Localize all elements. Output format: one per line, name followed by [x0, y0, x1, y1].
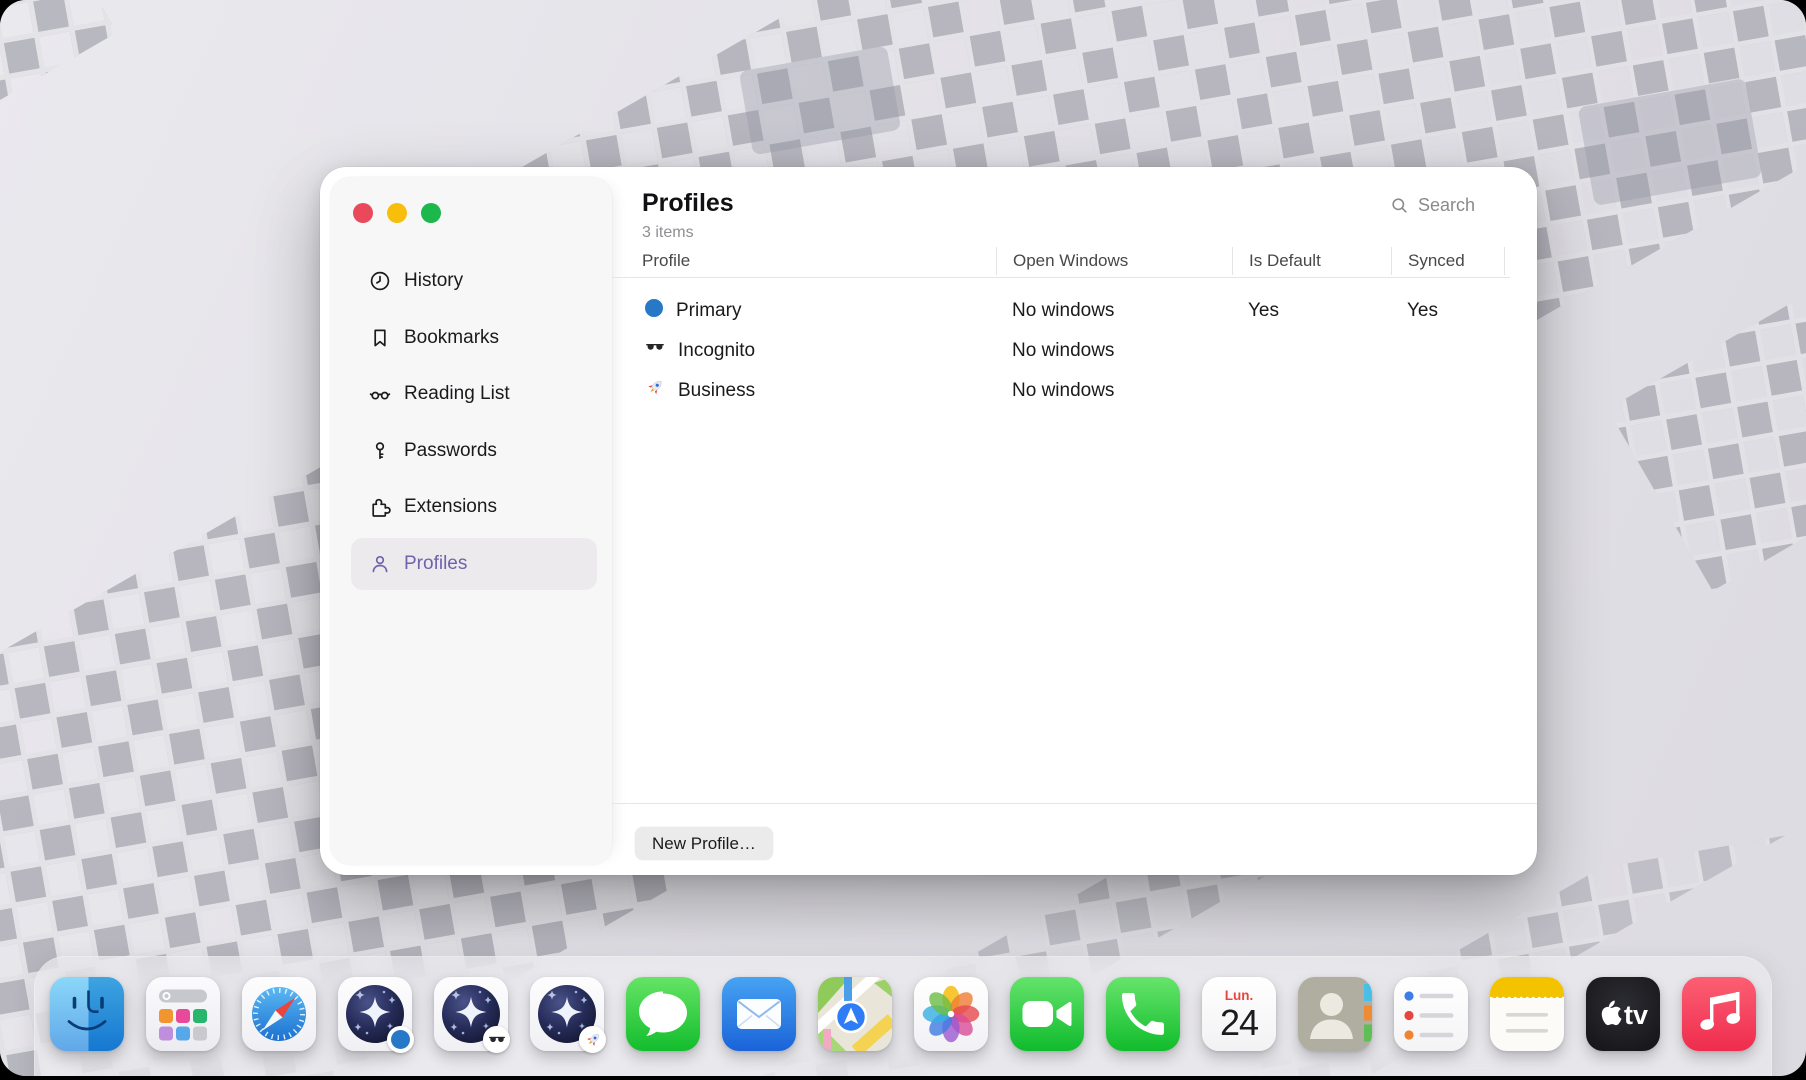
dock-item-safari-profile-incognito[interactable] [434, 977, 508, 1051]
finder-icon [50, 977, 124, 1051]
dock-item-notes[interactable] [1490, 977, 1564, 1051]
dock-item-launchpad[interactable] [146, 977, 220, 1051]
dock-item-tv[interactable]: tv [1586, 977, 1660, 1051]
tv-label: tv [1624, 1000, 1648, 1030]
contacts-icon [1298, 977, 1372, 1051]
dock-item-messages[interactable] [626, 977, 700, 1051]
puzzle-icon [368, 495, 392, 519]
profiles-table: Primary No windows Yes Yes Incognito No … [642, 291, 1505, 411]
profile-name: Primary [676, 300, 741, 322]
sidebar-nav: History Bookmarks Reading List Passwords… [351, 255, 597, 594]
column-header-open-windows[interactable]: Open Windows [996, 247, 1232, 275]
sunglasses-badge [483, 1026, 510, 1053]
clock-icon [368, 269, 392, 293]
search-placeholder: Search [1418, 195, 1475, 216]
zoom-button[interactable] [421, 203, 441, 223]
minimize-button[interactable] [387, 203, 407, 223]
sidebar-item-bookmarks[interactable]: Bookmarks [351, 312, 597, 364]
photos-icon [914, 977, 988, 1051]
mail-icon [722, 977, 796, 1051]
phone-icon [1106, 977, 1180, 1051]
rocket-icon [645, 378, 665, 405]
dock-item-safari-profile-business[interactable] [530, 977, 604, 1051]
new-profile-button[interactable]: New Profile… [635, 827, 773, 860]
dock-item-maps[interactable] [818, 977, 892, 1051]
table-bottom-divider [612, 803, 1537, 804]
sidebar-item-extensions[interactable]: Extensions [351, 481, 597, 533]
is-default-value: Yes [1232, 300, 1391, 322]
profile-row-business[interactable]: Business No windows [642, 371, 1505, 411]
rocket-badge [579, 1026, 606, 1053]
settings-content: Profiles 3 items Search Profile Open Win… [620, 167, 1537, 875]
page-title: Profiles [642, 189, 734, 218]
column-header-synced[interactable]: Synced [1391, 247, 1505, 275]
sidebar: History Bookmarks Reading List Passwords… [330, 177, 612, 865]
calendar-day-number: 24 [1220, 1002, 1258, 1044]
person-icon [368, 552, 392, 576]
calendar-icon: Lun.24 [1202, 977, 1276, 1051]
maps-icon [818, 977, 892, 1051]
facetime-icon [1010, 977, 1084, 1051]
messages-icon [626, 977, 700, 1051]
column-header-is-default[interactable]: Is Default [1232, 247, 1391, 275]
blue-dot-icon [645, 299, 663, 323]
open-windows-value: No windows [996, 380, 1232, 402]
calendar-day-name: Lun. [1225, 988, 1254, 1003]
profile-row-primary[interactable]: Primary No windows Yes Yes [642, 291, 1505, 331]
notes-icon [1490, 977, 1564, 1051]
sidebar-item-label: Passwords [404, 440, 497, 462]
search-icon [1390, 196, 1409, 215]
sidebar-item-passwords[interactable]: Passwords [351, 425, 597, 477]
dock-item-reminders[interactable] [1394, 977, 1468, 1051]
reminders-icon [1394, 977, 1468, 1051]
window-controls [353, 203, 441, 223]
sidebar-item-label: Reading List [404, 383, 510, 405]
dock-item-phone[interactable] [1106, 977, 1180, 1051]
profile-name: Incognito [678, 340, 755, 362]
blue-dot-badge [387, 1026, 414, 1053]
tv-icon: tv [1586, 977, 1660, 1051]
profile-name: Business [678, 380, 755, 402]
sidebar-item-profiles[interactable]: Profiles [351, 538, 597, 590]
profile-row-incognito[interactable]: Incognito No windows [642, 331, 1505, 371]
open-windows-value: No windows [996, 300, 1232, 322]
dock-item-music[interactable] [1682, 977, 1756, 1051]
open-windows-value: No windows [996, 340, 1232, 362]
safari-settings-window: History Bookmarks Reading List Passwords… [320, 167, 1537, 875]
dock-item-safari[interactable] [242, 977, 316, 1051]
dock-item-contacts[interactable] [1298, 977, 1372, 1051]
safari-icon [242, 977, 316, 1051]
bookmark-icon [368, 326, 392, 350]
dock-item-facetime[interactable] [1010, 977, 1084, 1051]
sidebar-item-label: History [404, 270, 463, 292]
dock-item-safari-profile-primary[interactable] [338, 977, 412, 1051]
table-header: Profile Open Windows Is Default Synced [642, 247, 1505, 275]
close-button[interactable] [353, 203, 373, 223]
dock-item-mail[interactable] [722, 977, 796, 1051]
sidebar-item-label: Extensions [404, 496, 497, 518]
synced-value: Yes [1391, 300, 1505, 322]
items-count: 3 items [642, 224, 694, 242]
launchpad-icon [146, 977, 220, 1051]
dock-item-finder[interactable] [50, 977, 124, 1051]
dock-item-calendar[interactable]: Lun.24 [1202, 977, 1276, 1051]
search-field[interactable]: Search [1390, 195, 1475, 216]
dock-item-photos[interactable] [914, 977, 988, 1051]
glasses-icon [368, 382, 392, 406]
dock: Lun.24 tv [34, 956, 1772, 1076]
sidebar-item-history[interactable]: History [351, 255, 597, 307]
sidebar-item-label: Bookmarks [404, 327, 499, 349]
music-icon [1682, 977, 1756, 1051]
sunglasses-icon [645, 338, 665, 365]
column-header-profile[interactable]: Profile [642, 247, 996, 275]
table-header-divider [612, 277, 1510, 278]
sidebar-item-reading-list[interactable]: Reading List [351, 368, 597, 420]
desktop: History Bookmarks Reading List Passwords… [0, 0, 1806, 1076]
sidebar-item-label: Profiles [404, 553, 467, 575]
key-icon [368, 439, 392, 463]
